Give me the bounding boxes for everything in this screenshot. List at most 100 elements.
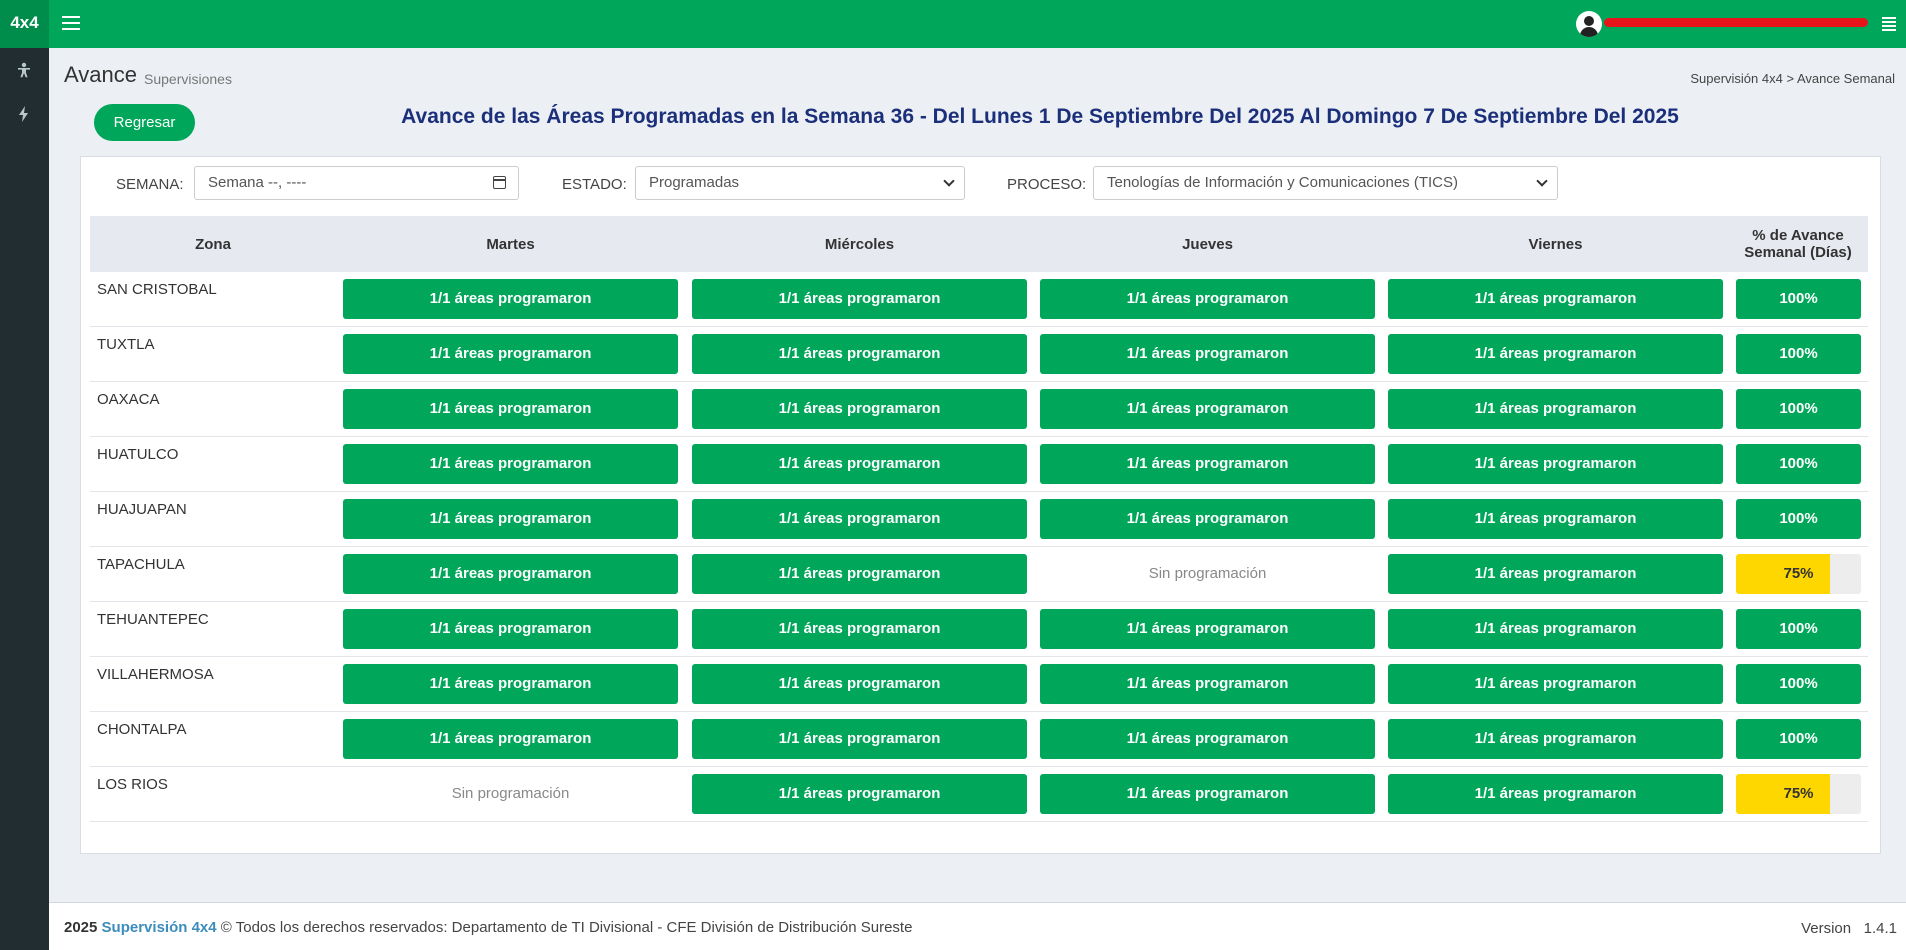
progress-label: 100% <box>1779 400 1818 417</box>
progress-label: 75% <box>1783 785 1814 802</box>
progress-label: 100% <box>1779 675 1818 692</box>
footer-rights: © Todos los derechos reservados: Departa… <box>220 919 913 936</box>
status-badge[interactable]: 1/1 áreas programaron <box>1040 389 1375 429</box>
zona-cell: TUXTLA <box>97 336 155 353</box>
status-badge[interactable]: 1/1 áreas programaron <box>1040 279 1375 319</box>
column-header-viernes: Viernes <box>1528 235 1583 253</box>
semana-input[interactable]: Semana --, ---- <box>194 166 519 200</box>
redaction-mark <box>1604 18 1868 27</box>
progress-label: 100% <box>1779 730 1818 747</box>
progress-label: 100% <box>1779 620 1818 637</box>
status-badge[interactable]: 1/1 áreas programaron <box>1388 444 1723 484</box>
status-badge[interactable]: 1/1 áreas programaron <box>692 774 1027 814</box>
status-badge[interactable]: 1/1 áreas programaron <box>1040 664 1375 704</box>
progress-bar: 75% <box>1736 554 1861 594</box>
progress-label: 100% <box>1779 510 1818 527</box>
progress-bar: 100% <box>1736 499 1861 539</box>
table-row: VILLAHERMOSA 1/1 áreas programaron 1/1 áre… <box>90 657 1868 712</box>
control-sidebar-icon[interactable] <box>1882 17 1896 31</box>
progress-bar: 100% <box>1736 279 1861 319</box>
zona-cell: CHONTALPA <box>97 721 187 738</box>
app-logo[interactable]: 4x4 <box>0 0 49 48</box>
status-badge[interactable]: 1/1 áreas programaron <box>343 499 678 539</box>
progress-bar: 75% <box>1736 774 1861 814</box>
status-badge[interactable]: 1/1 áreas programaron <box>1388 554 1723 594</box>
status-badge[interactable]: 1/1 áreas programaron <box>1388 719 1723 759</box>
estado-select-value: Programadas <box>649 174 740 191</box>
status-badge[interactable]: 1/1 áreas programaron <box>343 444 678 484</box>
estado-select[interactable]: Programadas <box>635 166 965 200</box>
zona-cell: OAXACA <box>97 391 160 408</box>
week-heading: Avance de las Áreas Programadas en la Se… <box>401 105 1679 128</box>
status-badge[interactable]: 1/1 áreas programaron <box>343 334 678 374</box>
app-version: Version 1.4.1 <box>1801 920 1897 937</box>
status-badge[interactable]: 1/1 áreas programaron <box>692 664 1027 704</box>
status-badge[interactable]: 1/1 áreas programaron <box>343 664 678 704</box>
calendar-icon[interactable] <box>493 176 506 189</box>
status-badge[interactable]: 1/1 áreas programaron <box>692 444 1027 484</box>
table-row: CHONTALPA 1/1 áreas programaron 1/1 áreas … <box>90 712 1868 767</box>
zona-cell: TAPACHULA <box>97 556 185 573</box>
status-badge[interactable]: 1/1 áreas programaron <box>692 609 1027 649</box>
breadcrumb[interactable]: Supervisión 4x4 > Avance Semanal <box>1690 71 1895 86</box>
status-badge[interactable]: 1/1 áreas programaron <box>1388 334 1723 374</box>
zona-cell: TEHUANTEPEC <box>97 611 209 628</box>
status-badge[interactable]: 1/1 áreas programaron <box>692 334 1027 374</box>
status-badge[interactable]: 1/1 áreas programaron <box>1040 719 1375 759</box>
status-badge[interactable]: 1/1 áreas programaron <box>1388 499 1723 539</box>
status-badge[interactable]: 1/1 áreas programaron <box>343 719 678 759</box>
status-badge[interactable]: 1/1 áreas programaron <box>1040 334 1375 374</box>
status-badge[interactable]: 1/1 áreas programaron <box>343 279 678 319</box>
status-badge[interactable]: 1/1 áreas programaron <box>1040 774 1375 814</box>
person-icon[interactable] <box>13 62 35 84</box>
status-badge[interactable]: 1/1 áreas programaron <box>1040 499 1375 539</box>
status-badge[interactable]: 1/1 áreas programaron <box>1388 389 1723 429</box>
version-label: Version <box>1801 920 1852 937</box>
status-badge[interactable]: 1/1 áreas programaron <box>1388 664 1723 704</box>
progress-label: 75% <box>1783 565 1814 582</box>
status-badge[interactable]: 1/1 áreas programaron <box>343 389 678 429</box>
zona-cell: HUAJUAPAN <box>97 501 187 518</box>
column-header-zona: Zona <box>195 235 231 253</box>
status-badge[interactable]: 1/1 áreas programaron <box>692 279 1027 319</box>
column-header-martes: Martes <box>486 235 535 253</box>
status-badge[interactable]: 1/1 áreas programaron <box>1388 609 1723 649</box>
back-button[interactable]: Regresar <box>94 104 195 141</box>
zona-cell: VILLAHERMOSA <box>97 666 214 683</box>
progress-bar: 100% <box>1736 719 1861 759</box>
status-badge[interactable]: 1/1 áreas programaron <box>1040 609 1375 649</box>
user-avatar[interactable] <box>1576 11 1602 37</box>
table-row: TUXTLA 1/1 áreas programaron 1/1 áreas pro… <box>90 327 1868 382</box>
status-badge[interactable]: 1/1 áreas programaron <box>343 554 678 594</box>
progress-bar: 100% <box>1736 444 1861 484</box>
hamburger-menu-icon[interactable] <box>62 16 80 32</box>
proceso-select-value: Tenologías de Información y Comunicacion… <box>1107 174 1458 191</box>
status-badge[interactable]: 1/1 áreas programaron <box>1388 774 1723 814</box>
bolt-icon[interactable] <box>13 106 35 128</box>
progress-bar: 100% <box>1736 389 1861 429</box>
status-badge[interactable]: 1/1 áreas programaron <box>1040 444 1375 484</box>
footer-copyright: 2025 Supervisión 4x4 © Todos los derecho… <box>64 919 912 936</box>
table-row: HUAJUAPAN 1/1 áreas programaron 1/1 áreas … <box>90 492 1868 547</box>
page-subtitle: Supervisiones <box>144 71 232 87</box>
progress-label: 100% <box>1779 345 1818 362</box>
status-badge[interactable]: 1/1 áreas programaron <box>692 554 1027 594</box>
footer-brand-link[interactable]: Supervisión 4x4 <box>102 919 217 936</box>
table-row: TAPACHULA 1/1 áreas programaron 1/1 áreas … <box>90 547 1868 602</box>
proceso-select[interactable]: Tenologías de Información y Comunicacion… <box>1093 166 1558 200</box>
table-row: OAXACA 1/1 áreas programaron 1/1 áreas pro… <box>90 382 1868 437</box>
progress-bar: 100% <box>1736 609 1861 649</box>
chevron-down-icon <box>1536 175 1548 187</box>
status-badge[interactable]: 1/1 áreas programaron <box>343 609 678 649</box>
zona-cell: LOS RIOS <box>97 776 168 793</box>
status-badge[interactable]: 1/1 áreas programaron <box>692 719 1027 759</box>
status-badge[interactable]: 1/1 áreas programaron <box>692 499 1027 539</box>
status-badge[interactable]: 1/1 áreas programaron <box>692 389 1027 429</box>
progress-label: 100% <box>1779 290 1818 307</box>
table-row: TEHUANTEPEC 1/1 áreas programaron 1/1 área… <box>90 602 1868 657</box>
progress-bar: 100% <box>1736 334 1861 374</box>
status-badge[interactable]: 1/1 áreas programaron <box>1388 279 1723 319</box>
column-header-jueves: Jueves <box>1182 235 1233 253</box>
table-row: SAN CRISTOBAL 1/1 áreas programaron 1/1 ár… <box>90 272 1868 327</box>
footer-year: 2025 <box>64 919 98 936</box>
